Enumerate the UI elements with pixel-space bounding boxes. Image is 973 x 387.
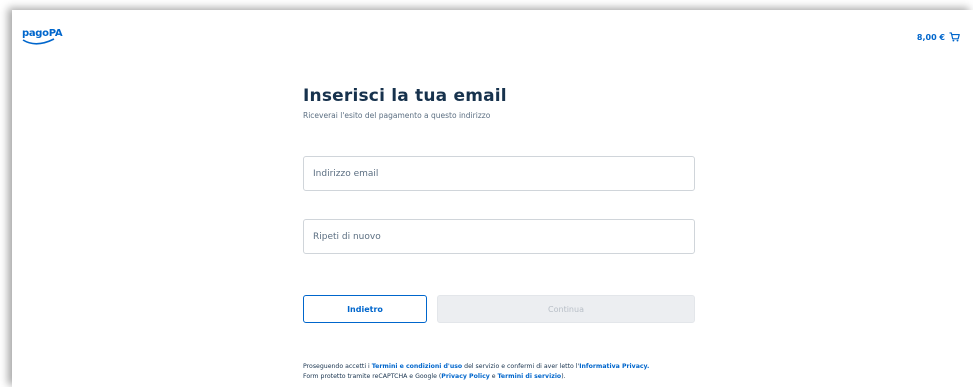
terms-of-service-link[interactable]: Termini di servizio bbox=[498, 373, 562, 380]
legal-text: Proseguendo accetti i bbox=[303, 363, 372, 370]
back-button[interactable]: Indietro bbox=[303, 295, 427, 323]
app-frame: pagoPA 8,00 € Inserisci la tua email Ric… bbox=[12, 10, 973, 387]
terms-link[interactable]: Termini e condizioni d'uso bbox=[372, 363, 462, 370]
legal-text: Form protetto tramite reCAPTCHA e Google… bbox=[303, 372, 442, 380]
legal-line-1: Proseguendo accetti i Termini e condizio… bbox=[303, 362, 733, 372]
continue-button-label: Continua bbox=[548, 304, 584, 314]
pagopa-logo[interactable]: pagoPA bbox=[22, 28, 63, 45]
email-field[interactable]: Indirizzo email bbox=[303, 156, 695, 191]
repeat-email-field[interactable]: Ripeti di nuovo bbox=[303, 219, 695, 254]
continue-button[interactable]: Continua bbox=[437, 295, 695, 323]
legal-notice: Proseguendo accetti i Termini e condizio… bbox=[303, 362, 733, 381]
header: pagoPA 8,00 € bbox=[12, 10, 973, 50]
privacy-policy-link[interactable]: Privacy Policy bbox=[441, 373, 490, 380]
email-form: Inserisci la tua email Riceverai l'esito… bbox=[303, 86, 695, 380]
legal-text: ). bbox=[561, 372, 566, 380]
repeat-email-placeholder: Ripeti di nuovo bbox=[313, 231, 381, 242]
cart-icon bbox=[949, 32, 960, 42]
legal-line-2: Form protetto tramite reCAPTCHA e Google… bbox=[303, 372, 733, 382]
cart-amount: 8,00 € bbox=[916, 32, 945, 42]
cart-button[interactable]: 8,00 € bbox=[917, 32, 960, 42]
email-placeholder: Indirizzo email bbox=[313, 168, 379, 179]
legal-text: del servizio e confermi di aver letto l' bbox=[462, 363, 580, 370]
page-subtitle: Riceverai l'esito del pagamento a questo… bbox=[303, 111, 491, 120]
privacy-link[interactable]: Informativa Privacy. bbox=[579, 363, 649, 370]
page-title: Inserisci la tua email bbox=[303, 86, 507, 106]
back-button-label: Indietro bbox=[347, 304, 383, 314]
logo-swoosh-icon bbox=[22, 38, 55, 45]
legal-text: e bbox=[489, 372, 498, 380]
